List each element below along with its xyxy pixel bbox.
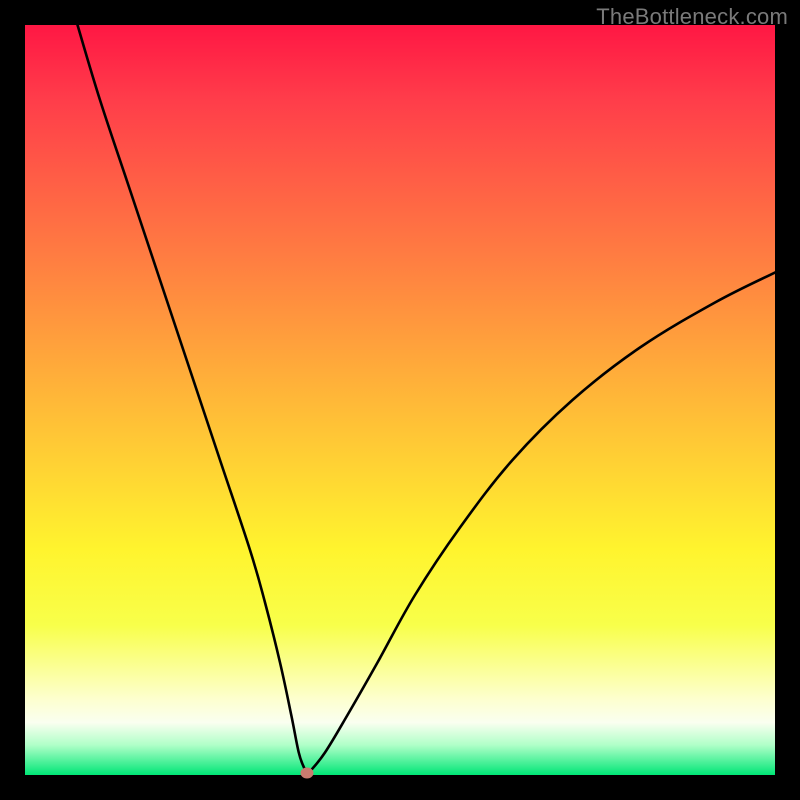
plot-area — [25, 25, 775, 775]
optimum-marker — [301, 767, 314, 778]
chart-frame: TheBottleneck.com — [0, 0, 800, 800]
curve-svg — [25, 25, 775, 775]
bottleneck-curve — [78, 25, 776, 774]
